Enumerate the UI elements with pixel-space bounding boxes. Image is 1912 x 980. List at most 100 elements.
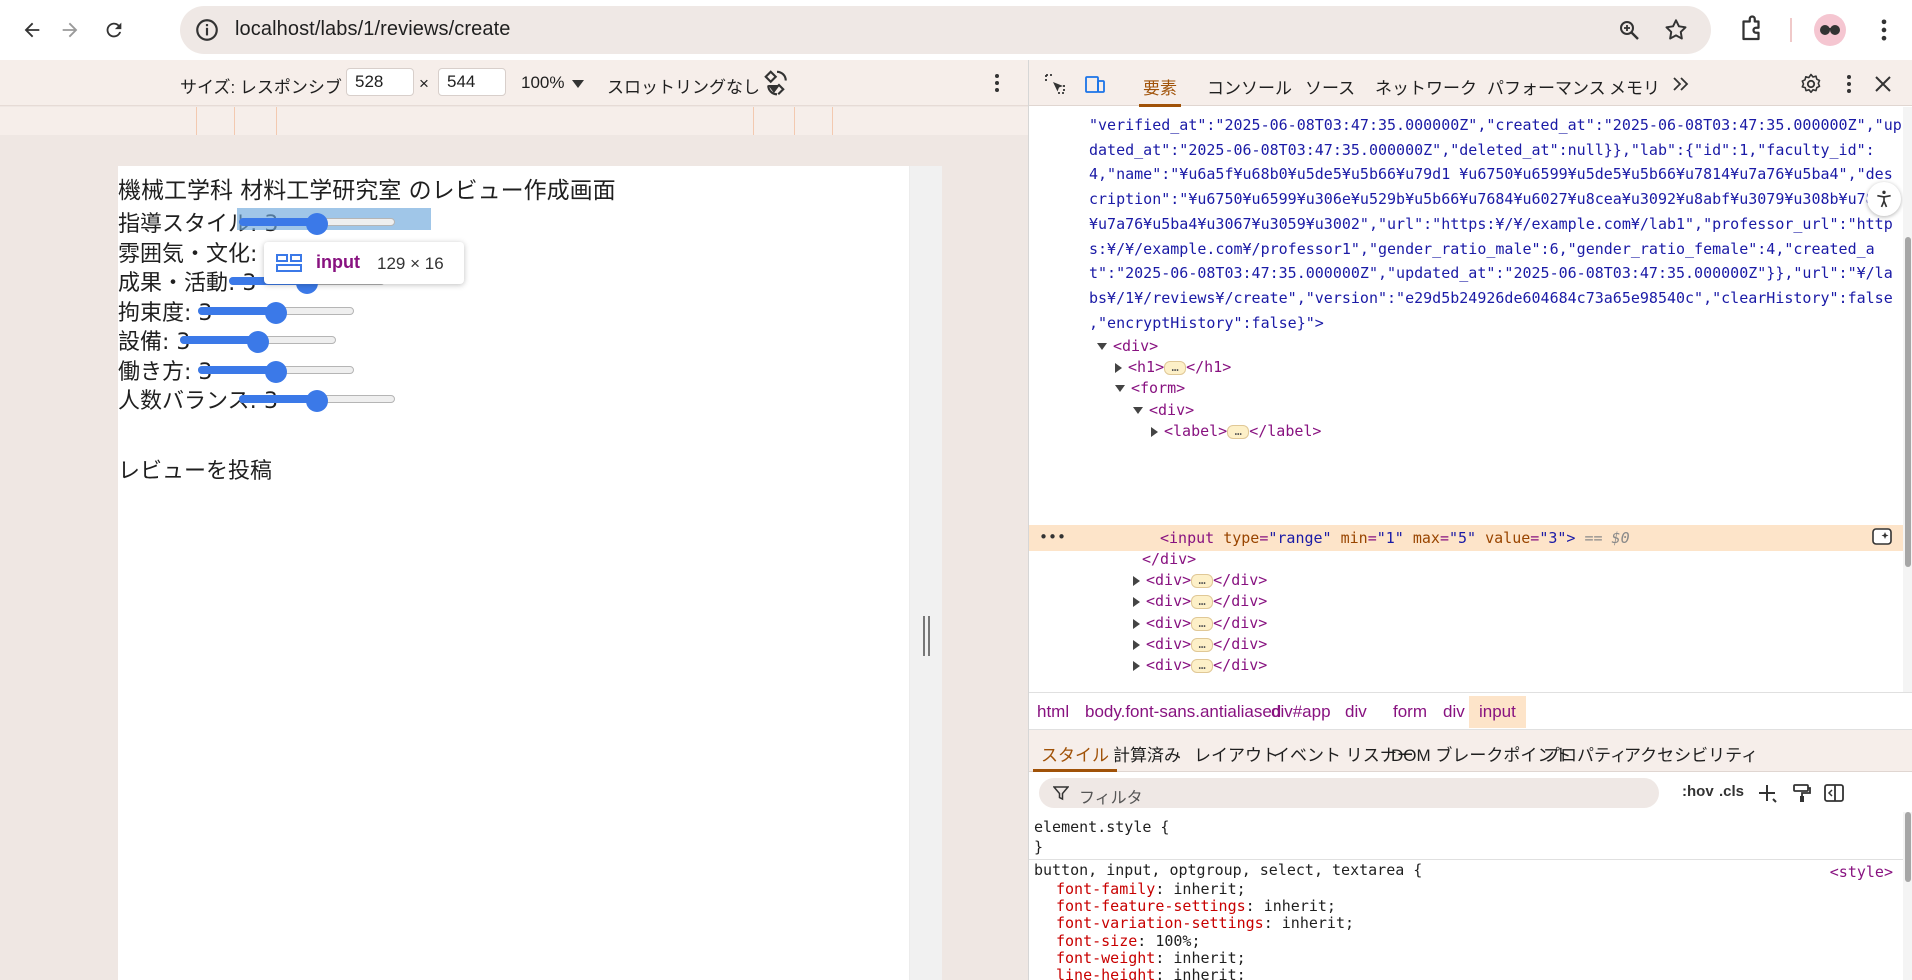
- style-declaration[interactable]: font-size: 100%;: [1056, 932, 1201, 950]
- device-size-dropdown[interactable]: サイズ: レスポンシブ: [180, 73, 362, 98]
- site-info-icon[interactable]: [194, 17, 220, 43]
- slider-thumb[interactable]: [306, 390, 328, 412]
- elements-scrollbar[interactable]: [1903, 107, 1912, 692]
- viewport-width-input[interactable]: 528: [346, 68, 414, 96]
- styles-subtab[interactable]: アクセシビリティ: [1624, 741, 1758, 766]
- breadcrumb-item[interactable]: html: [1037, 702, 1069, 722]
- tab-network[interactable]: ネットワーク: [1375, 74, 1477, 99]
- ai-assistant-icon[interactable]: [1871, 526, 1893, 548]
- style-declaration[interactable]: font-weight: inherit;: [1056, 949, 1246, 967]
- element-style-rule[interactable]: element.style {: [1034, 818, 1169, 836]
- style-declaration[interactable]: font-family: inherit;: [1056, 880, 1246, 898]
- url-text[interactable]: localhost/labs/1/reviews/create: [235, 18, 510, 41]
- styles-subtab[interactable]: プロパティ: [1543, 741, 1627, 766]
- devtools-menu-icon[interactable]: [1837, 72, 1861, 96]
- rating-slider[interactable]: [196, 301, 356, 324]
- scrollbar-thumb[interactable]: [1905, 812, 1911, 882]
- extensions-icon[interactable]: [1736, 14, 1766, 44]
- ruler-segment[interactable]: [832, 107, 833, 135]
- slider-thumb[interactable]: [265, 301, 287, 324]
- collapse-triangle-icon[interactable]: [1133, 639, 1140, 650]
- node-actions-dots[interactable]: •••: [1039, 528, 1066, 546]
- zoom-icon[interactable]: [1617, 18, 1641, 42]
- collapse-triangle-icon[interactable]: [1133, 618, 1140, 629]
- new-style-rule-icon[interactable]: [1756, 782, 1778, 804]
- breadcrumb-item[interactable]: body.font-sans.antialiased: [1085, 702, 1281, 722]
- rating-slider[interactable]: [178, 331, 338, 353]
- style-property-value[interactable]: inherit;: [1173, 949, 1245, 967]
- breadcrumb-item[interactable]: input: [1469, 696, 1526, 728]
- breadcrumb-item[interactable]: div: [1443, 702, 1465, 722]
- bookmark-star-icon[interactable]: [1663, 17, 1689, 43]
- tree-node-form[interactable]: <form>: [1115, 376, 1185, 400]
- styles-scrollbar[interactable]: [1903, 812, 1912, 980]
- ruler-segment[interactable]: [276, 107, 754, 135]
- cls-toggle[interactable]: .cls: [1719, 783, 1744, 800]
- device-toolbar-menu-icon[interactable]: [987, 72, 1007, 94]
- tree-node-div[interactable]: <div>… </div>: [1133, 589, 1267, 613]
- rule-source-link[interactable]: <style>: [1830, 863, 1893, 881]
- tab-memory[interactable]: メモリ: [1609, 74, 1660, 99]
- style-property-name[interactable]: line-height: [1056, 966, 1155, 980]
- device-toggle-icon[interactable]: [1083, 72, 1107, 96]
- tab-performance[interactable]: パフォーマンス: [1487, 74, 1606, 99]
- breadcrumb-item[interactable]: div#app: [1271, 702, 1331, 722]
- styles-subtab[interactable]: 計算済み: [1113, 741, 1181, 766]
- slider-thumb[interactable]: [306, 213, 328, 235]
- back-button[interactable]: [14, 12, 50, 48]
- style-property-name[interactable]: font-feature-settings: [1056, 897, 1246, 915]
- rating-slider[interactable]: [237, 208, 431, 235]
- expand-triangle-icon[interactable]: [1133, 407, 1143, 414]
- style-property-name[interactable]: font-weight: [1056, 949, 1155, 967]
- styles-subtab[interactable]: スタイル: [1033, 741, 1117, 772]
- collapse-triangle-icon[interactable]: [1133, 575, 1140, 586]
- hov-toggle[interactable]: :hov: [1682, 783, 1714, 800]
- close-icon[interactable]: [1871, 72, 1895, 96]
- reload-button[interactable]: [96, 12, 132, 48]
- settings-gear-icon[interactable]: [1799, 72, 1823, 96]
- style-property-value[interactable]: inherit;: [1173, 966, 1245, 980]
- style-property-value[interactable]: 100%;: [1155, 932, 1200, 950]
- tree-node-div[interactable]: <div>… </div>: [1133, 653, 1267, 677]
- rating-slider[interactable]: [237, 390, 397, 412]
- ruler-segment[interactable]: [196, 107, 234, 135]
- tree-node-label[interactable]: <label>… </label>: [1151, 419, 1321, 443]
- zoom-dropdown[interactable]: 100%: [521, 73, 585, 93]
- tab-sources[interactable]: ソース: [1305, 74, 1355, 99]
- viewport-scrollbar[interactable]: [910, 166, 942, 980]
- rule-selector[interactable]: button, input, optgroup, select, textare…: [1034, 861, 1422, 879]
- breadcrumb-item[interactable]: div: [1345, 702, 1367, 722]
- styles-filter-input[interactable]: フィルタ: [1039, 778, 1659, 808]
- ruler-segment[interactable]: [794, 107, 832, 135]
- accessibility-tree-button[interactable]: [1867, 182, 1901, 216]
- inspect-element-icon[interactable]: [1043, 72, 1067, 96]
- viewport-resize-handle[interactable]: [921, 616, 931, 656]
- style-property-name[interactable]: font-family: [1056, 880, 1155, 898]
- sidebar-toggle-icon[interactable]: [1823, 782, 1845, 804]
- slider-thumb[interactable]: [265, 360, 287, 383]
- collapse-triangle-icon[interactable]: [1151, 426, 1158, 437]
- tab-elements[interactable]: 要素: [1139, 74, 1181, 107]
- rating-slider[interactable]: [196, 360, 356, 383]
- style-declaration[interactable]: line-height: inherit;: [1056, 966, 1246, 980]
- slider-thumb[interactable]: [247, 331, 269, 353]
- style-property-value[interactable]: inherit;: [1264, 897, 1336, 915]
- browser-menu-icon[interactable]: [1870, 16, 1898, 44]
- tab-console[interactable]: コンソール: [1207, 74, 1292, 99]
- ruler-segment[interactable]: [234, 107, 276, 135]
- style-property-value[interactable]: inherit;: [1282, 914, 1354, 932]
- collapse-triangle-icon[interactable]: [1115, 362, 1122, 373]
- expand-triangle-icon[interactable]: [1097, 343, 1107, 350]
- scrollbar-thumb[interactable]: [1905, 237, 1911, 567]
- viewport-height-input[interactable]: 544: [438, 68, 506, 96]
- paint-roller-icon[interactable]: [1791, 782, 1813, 804]
- styles-subtab[interactable]: レイアウト: [1194, 741, 1279, 766]
- tree-node-input[interactable]: <input type="range" min="1" max="5" valu…: [1160, 526, 1630, 550]
- profile-avatar[interactable]: [1814, 14, 1846, 46]
- style-property-name[interactable]: font-size: [1056, 932, 1137, 950]
- collapse-triangle-icon[interactable]: [1133, 660, 1140, 671]
- style-declaration[interactable]: font-variation-settings: inherit;: [1056, 914, 1354, 932]
- address-bar[interactable]: localhost/labs/1/reviews/create: [180, 6, 1711, 54]
- more-tabs-chevron-icon[interactable]: [1669, 72, 1693, 96]
- throttle-dropdown[interactable]: スロットリングなし: [607, 73, 780, 98]
